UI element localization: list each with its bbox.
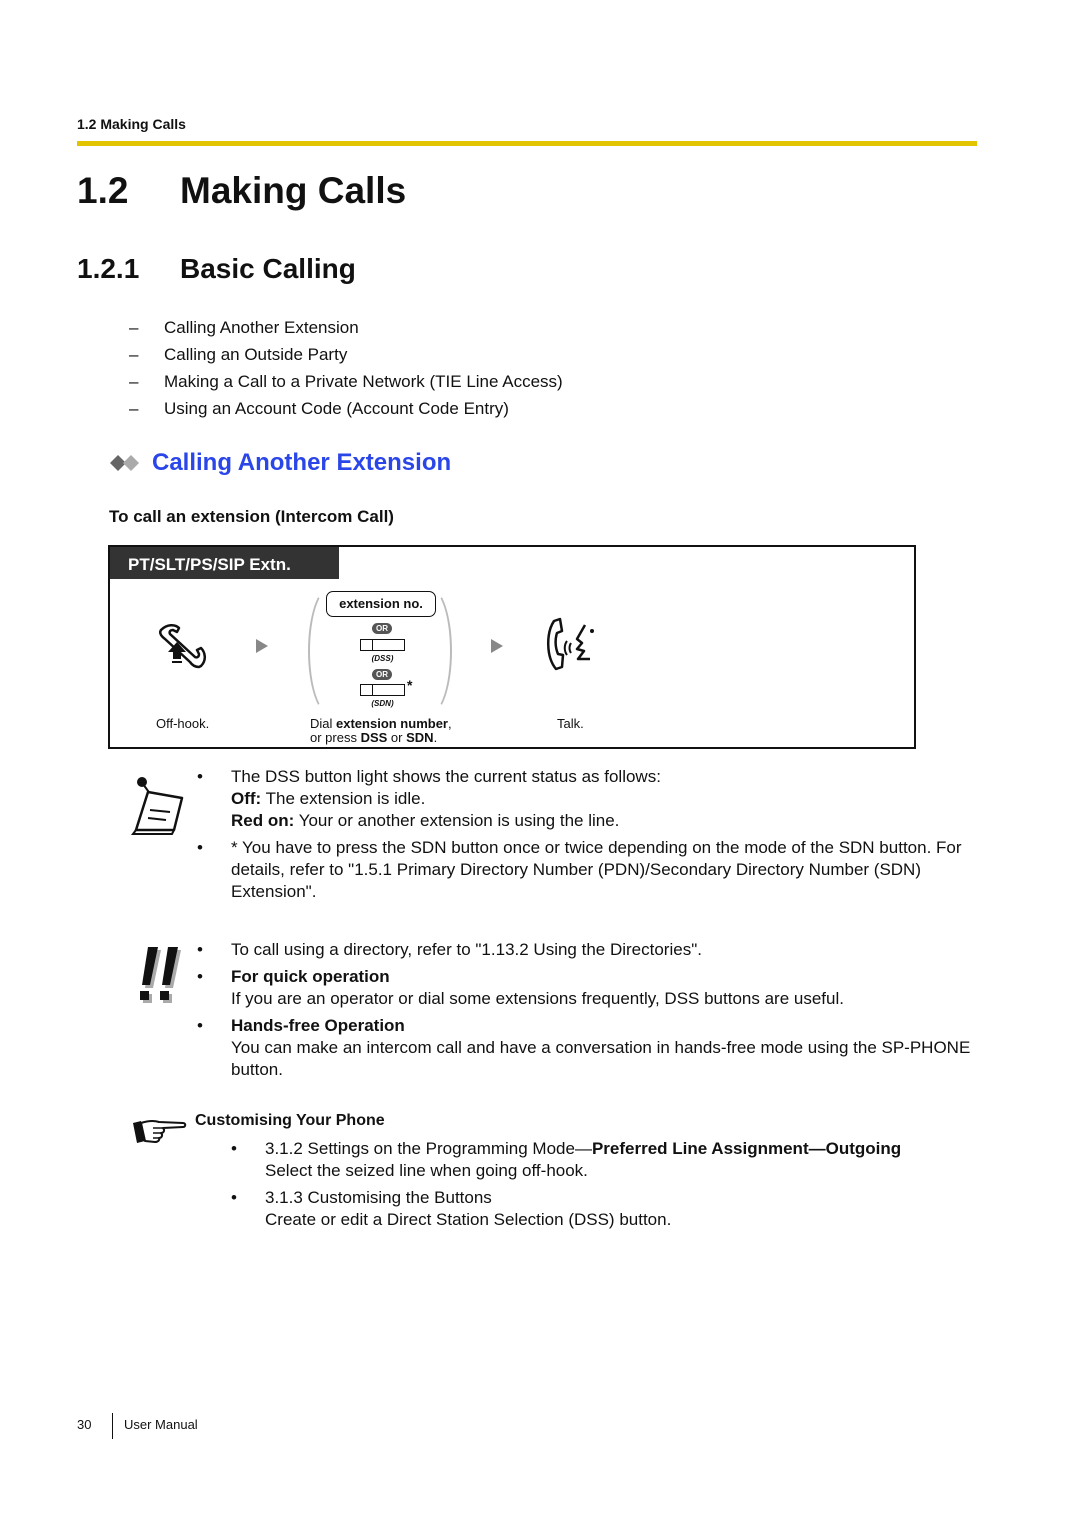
topic-link[interactable]: Calling Another Extension: [129, 314, 563, 341]
footer-divider: [112, 1413, 113, 1439]
topic-title: Calling Another Extension: [109, 449, 451, 477]
subsection-title: 1.2.1 Basic Calling: [77, 253, 356, 285]
section-number: 1.2: [77, 170, 129, 211]
dss-button[interactable]: [360, 639, 405, 651]
notepad-icon: [131, 777, 184, 835]
or-label: OR: [372, 669, 392, 680]
subsection-number: 1.2.1: [77, 253, 140, 284]
topic-link[interactable]: Using an Account Code (Account Code Entr…: [129, 395, 563, 422]
page-number: 30: [77, 1417, 92, 1432]
running-header: 1.2 Making Calls: [77, 116, 186, 132]
notes-list: The DSS button light shows the current s…: [197, 766, 977, 903]
subsection-title-text: Basic Calling: [180, 253, 356, 284]
procedure-box: PT/SLT/PS/SIP Extn. extension no. OR (DS…: [108, 545, 916, 749]
double-exclamation-icon: [140, 947, 181, 1003]
customising-item[interactable]: 3.1.2 Settings on the Programming Mode—P…: [231, 1138, 971, 1182]
procedure-heading: To call an extension (Intercom Call): [109, 507, 394, 526]
diamond-bullet-icon: [110, 455, 139, 471]
topic-title-text: Calling Another Extension: [152, 449, 452, 476]
off-hook-icon: [158, 624, 206, 669]
section-title: 1.2 Making Calls: [77, 170, 406, 212]
or-label: OR: [372, 623, 392, 634]
sdn-button[interactable]: [360, 684, 405, 696]
sdn-label: (SDN): [371, 699, 394, 708]
extension-type-tab: PT/SLT/PS/SIP Extn.: [110, 547, 339, 579]
off-hook-caption: Off-hook.: [156, 716, 210, 731]
tips-list: To call using a directory, refer to "1.1…: [197, 939, 977, 1081]
talk-caption: Talk.: [557, 716, 584, 731]
customising-title: Customising Your Phone: [195, 1112, 385, 1129]
topic-link[interactable]: Calling an Outside Party: [129, 341, 563, 368]
section-title-text: Making Calls: [180, 170, 407, 211]
tip-item: To call using a directory, refer to "1.1…: [197, 939, 977, 961]
footer-label: User Manual: [124, 1417, 198, 1432]
topic-list: Calling Another Extension Calling an Out…: [129, 314, 563, 422]
tip-item: Hands-free Operation You can make an int…: [197, 1015, 977, 1081]
step-arrow-icon: [256, 639, 268, 653]
note-item: The DSS button light shows the current s…: [197, 766, 977, 832]
pointing-hand-icon: [133, 1119, 187, 1143]
note-item: * You have to press the SDN button once …: [197, 837, 977, 903]
dss-label: (DSS): [371, 654, 394, 663]
topic-link[interactable]: Making a Call to a Private Network (TIE …: [129, 368, 563, 395]
customising-list: 3.1.2 Settings on the Programming Mode—P…: [231, 1138, 971, 1236]
dial-caption: Dial extension number, or press DSS or S…: [310, 716, 452, 745]
talk-icon: [547, 617, 594, 671]
step-arrow-icon: [491, 639, 503, 653]
customising-item[interactable]: 3.1.3 Customising the Buttons Create or …: [231, 1187, 971, 1231]
asterisk-mark: *: [407, 677, 413, 693]
tip-item: For quick operation If you are an operat…: [197, 966, 977, 1010]
extension-number-key[interactable]: extension no.: [326, 591, 436, 617]
header-rule: [77, 141, 977, 146]
